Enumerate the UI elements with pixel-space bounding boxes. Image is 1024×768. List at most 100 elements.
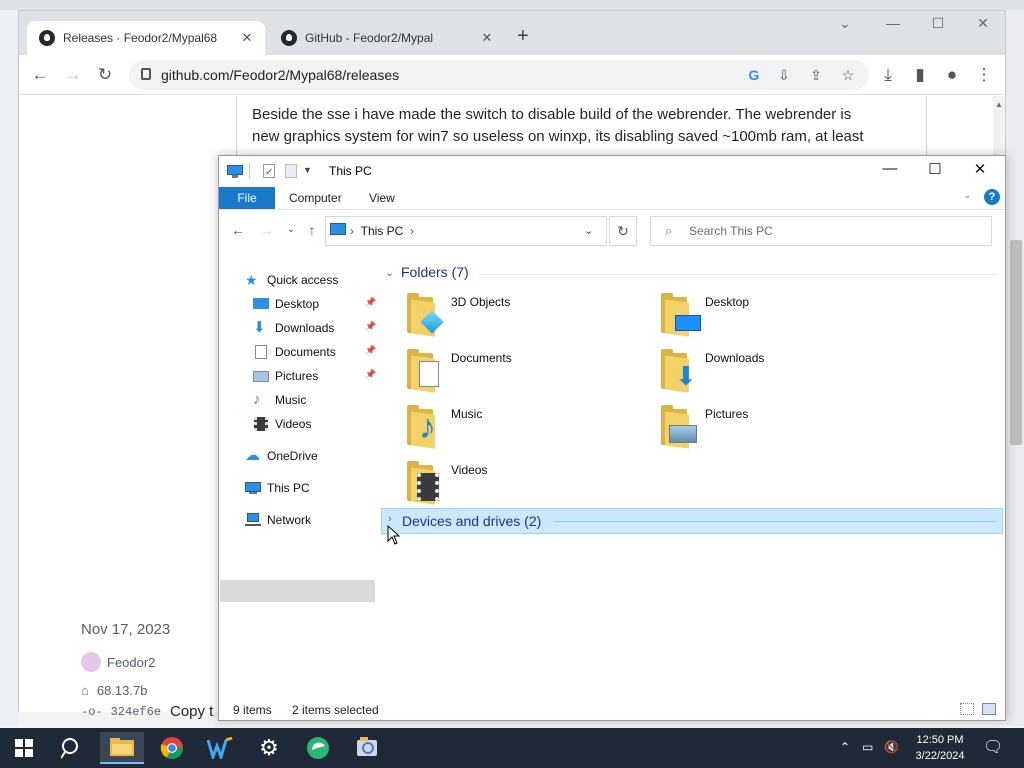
google-translate-icon[interactable]: G bbox=[744, 65, 764, 85]
maximize-icon[interactable]: ☐ bbox=[912, 160, 958, 182]
group-divider bbox=[554, 521, 996, 522]
new-tab-icon[interactable]: + bbox=[517, 25, 529, 48]
notifications-icon[interactable]: 🗨 bbox=[983, 737, 1003, 757]
group-header-devices[interactable]: › Devices and drives (2) bbox=[381, 508, 1003, 534]
release-tag[interactable]: ⌂ 68.13.7b bbox=[81, 683, 147, 698]
tab-search-icon[interactable]: ⌄ bbox=[833, 15, 857, 32]
sidebar-item-network[interactable]: Network bbox=[245, 509, 311, 531]
release-author[interactable]: Feodor2 bbox=[81, 652, 155, 672]
scroll-up-icon[interactable]: ▲ bbox=[995, 100, 1003, 109]
back-arrow-icon[interactable]: ← bbox=[28, 63, 52, 87]
network-icon bbox=[245, 513, 261, 527]
minimize-icon[interactable]: — bbox=[881, 15, 905, 31]
group-header-folders[interactable]: ⌄ Folders (7) bbox=[385, 264, 469, 280]
back-arrow-icon[interactable]: ← bbox=[229, 222, 247, 238]
folder-tile[interactable]: Desktop bbox=[659, 291, 879, 339]
window-title: This PC bbox=[329, 164, 372, 178]
breadcrumb[interactable]: › This PC › bbox=[350, 224, 414, 238]
close-icon[interactable]: ✕ bbox=[971, 15, 995, 32]
tab-view[interactable]: View bbox=[369, 191, 395, 205]
bookmark-star-icon[interactable]: ☆ bbox=[838, 65, 858, 85]
forward-arrow-icon[interactable]: → bbox=[258, 222, 276, 238]
commit-hash[interactable]: -o- 324ef6e bbox=[81, 705, 161, 719]
documents-folder-icon bbox=[405, 349, 445, 393]
url-text: github.com/Feodor2/Mypal68/releases bbox=[161, 67, 400, 83]
recent-locations-icon[interactable]: ⌄ bbox=[282, 224, 300, 235]
tab-releases[interactable]: Releases · Feodor2/Mypal68 ✕ bbox=[27, 21, 265, 55]
sidebar-item-this-pc[interactable]: This PC bbox=[245, 477, 310, 499]
start-button[interactable] bbox=[2, 732, 46, 764]
customize-qat-icon[interactable]: ▼ bbox=[303, 165, 319, 181]
address-bar[interactable]: github.com/Feodor2/Mypal68/releases G ⇩ … bbox=[129, 60, 869, 90]
sidebar-item-label: Quick access bbox=[267, 273, 339, 287]
folder-tile[interactable]: Documents bbox=[405, 347, 625, 395]
tab-computer[interactable]: Computer bbox=[289, 191, 342, 205]
close-icon[interactable]: ✕ bbox=[957, 160, 1003, 182]
scrollbar-thumb[interactable] bbox=[1010, 240, 1022, 445]
pictures-icon bbox=[253, 369, 269, 383]
address-bar[interactable]: › This PC › ⌄ bbox=[325, 216, 607, 246]
file-explorer-window: ✓ ▼ This PC — ☐ ✕ File Computer View ⌄ ?… bbox=[218, 155, 1006, 721]
volume-muted-icon[interactable]: 🔇 bbox=[884, 740, 899, 754]
properties-icon[interactable]: ✓ bbox=[261, 163, 277, 179]
system-clock[interactable]: 12:50 PM 3/22/2024 bbox=[912, 732, 968, 764]
profile-avatar-icon[interactable]: ● bbox=[940, 63, 964, 87]
sidebar-item-quick-access[interactable]: ★ Quick access bbox=[245, 269, 338, 291]
3d-objects-icon bbox=[405, 293, 445, 337]
edge-like-icon bbox=[307, 737, 329, 759]
taskbar-settings[interactable]: ⚙ bbox=[247, 732, 291, 764]
folder-tile[interactable]: Videos bbox=[405, 459, 625, 507]
details-view-icon[interactable] bbox=[960, 703, 974, 715]
search-input[interactable] bbox=[689, 222, 979, 240]
ribbon-tabs: File Computer View ⌄ ? bbox=[219, 186, 1005, 210]
taskbar-app-tool[interactable] bbox=[345, 732, 389, 764]
breadcrumb-this-pc[interactable]: This PC bbox=[361, 224, 404, 238]
avatar bbox=[81, 652, 101, 672]
folder-name: Videos bbox=[451, 463, 488, 477]
refresh-icon[interactable]: ↻ bbox=[609, 216, 637, 246]
address-dropdown-icon[interactable]: ⌄ bbox=[584, 224, 593, 237]
taskbar-app-browser[interactable] bbox=[296, 732, 340, 764]
tab-file[interactable]: File bbox=[219, 187, 275, 209]
forward-arrow-icon[interactable]: → bbox=[61, 63, 85, 87]
content-border bbox=[236, 96, 237, 156]
side-panel-icon[interactable]: ▮ bbox=[908, 63, 932, 87]
new-folder-icon[interactable] bbox=[283, 163, 299, 179]
taskbar-chrome[interactable] bbox=[150, 732, 194, 764]
folder-tile[interactable]: ⬇ Downloads bbox=[659, 347, 879, 395]
tab-github-mypal[interactable]: GitHub - Feodor2/Mypal ✕ bbox=[269, 21, 505, 55]
sidebar-item-music[interactable]: ♪ Music bbox=[253, 389, 306, 411]
expand-ribbon-icon[interactable]: ⌄ bbox=[963, 190, 971, 201]
share-icon[interactable]: ⇪ bbox=[806, 65, 826, 85]
pin-icon: 📌 bbox=[365, 321, 377, 331]
search-button[interactable] bbox=[50, 732, 94, 764]
folder-name: Documents bbox=[451, 351, 512, 365]
help-icon[interactable]: ? bbox=[984, 189, 1000, 205]
sidebar-item-videos[interactable]: Videos bbox=[253, 413, 311, 435]
reload-icon[interactable]: ↻ bbox=[93, 63, 117, 87]
taskbar-file-explorer[interactable] bbox=[100, 732, 144, 764]
film-icon bbox=[253, 417, 269, 431]
search-box[interactable]: ⌕ bbox=[650, 216, 992, 246]
group-header-label: Devices and drives (2) bbox=[402, 513, 542, 529]
tab-title: Releases · Feodor2/Mypal68 bbox=[63, 31, 218, 45]
lock-icon bbox=[141, 68, 151, 80]
close-tab-icon[interactable]: ✕ bbox=[239, 30, 255, 46]
up-arrow-icon[interactable]: ↑ bbox=[303, 222, 321, 238]
maximize-icon[interactable]: ☐ bbox=[926, 15, 950, 32]
menu-kebab-icon[interactable]: ⋮ bbox=[972, 63, 996, 87]
folder-tile[interactable]: ♪ Music bbox=[405, 403, 625, 451]
download-arrow-icon: ⬇ bbox=[253, 319, 266, 336]
downloads-icon[interactable]: ⤓ bbox=[876, 63, 900, 87]
show-hidden-icons-chevron-icon[interactable]: ⌃ bbox=[840, 740, 850, 754]
large-icons-view-icon[interactable] bbox=[982, 703, 996, 715]
folder-tile[interactable]: 3D Objects bbox=[405, 291, 625, 339]
folder-tile[interactable]: Pictures bbox=[659, 403, 879, 451]
network-status-icon[interactable]: ▭ bbox=[862, 740, 873, 754]
close-tab-icon[interactable]: ✕ bbox=[479, 30, 495, 46]
sidebar-item-onedrive[interactable]: ☁ OneDrive bbox=[245, 445, 318, 467]
install-app-icon[interactable]: ⇩ bbox=[774, 65, 794, 85]
minimize-icon[interactable]: — bbox=[867, 160, 913, 182]
breadcrumb-separator-icon: › bbox=[350, 224, 361, 238]
taskbar-app-w[interactable] bbox=[198, 732, 242, 764]
